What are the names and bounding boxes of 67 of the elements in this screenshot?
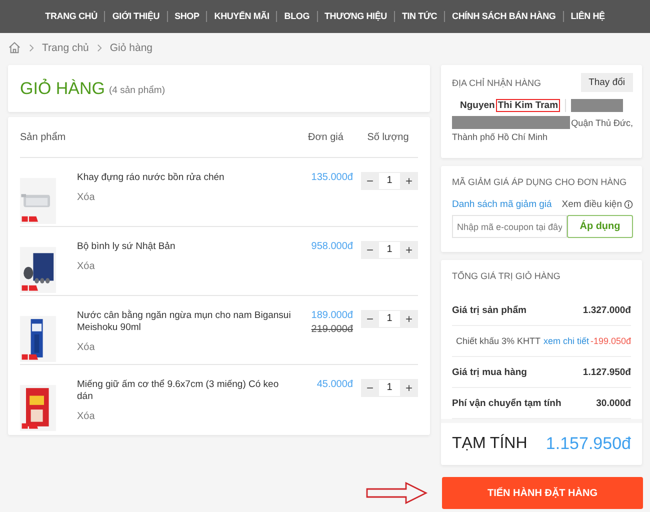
discount-label: Chiết khấu 3% KHTT (456, 336, 541, 346)
nav-link[interactable]: KHUYẾN MÃI (206, 11, 276, 22)
decrease-button[interactable]: − (361, 172, 379, 190)
nav-link[interactable]: SHOP (166, 11, 206, 22)
home-icon[interactable] (8, 41, 21, 54)
info-icon[interactable] (624, 200, 633, 209)
summary-label: Giá trị sản phẩm (452, 304, 528, 316)
product-price: 45.000đ (316, 379, 353, 390)
recipient-name: Nguyen (460, 100, 495, 111)
remove-link[interactable]: Xóa (77, 261, 291, 272)
nav-link[interactable]: CHÍNH SÁCH BÁN HÀNG (444, 11, 563, 22)
product-price: 189.000đ (311, 310, 353, 321)
summary-value: 30.000đ (596, 398, 631, 408)
highlighted-name: Thi Kim Tram (496, 99, 560, 112)
summary-value: 1.127.950đ (582, 366, 631, 378)
quantity-field[interactable]: 1 (379, 379, 400, 397)
nav-link[interactable]: TRANG CHỦ (38, 11, 104, 22)
quantity-field[interactable]: 1 (379, 172, 400, 190)
address-text: Thành phố Hồ Chí Minh (452, 132, 549, 142)
increase-button[interactable]: + (400, 310, 418, 328)
discount-value: -199.050đ (590, 336, 631, 346)
nav-link[interactable]: THƯƠNG HIỆU (316, 11, 394, 22)
nav-link[interactable]: GIỚI THIỆU (104, 11, 167, 22)
increase-button[interactable]: + (400, 172, 418, 190)
increase-button[interactable]: + (400, 241, 418, 259)
product-price: 135.000đ (311, 172, 353, 183)
product-price: 958.000đ (311, 241, 353, 252)
product-name[interactable]: Bộ bình ly sứ Nhật Bản (77, 241, 291, 253)
breadcrumb-link[interactable]: Trang chủ (42, 42, 89, 54)
nav-link[interactable]: BLOG (276, 11, 316, 22)
product-name[interactable]: Khay đựng ráo nước bồn rửa chén (77, 172, 291, 184)
product-name[interactable]: Miếng giữ ấm cơ thể 9.6x7cm (3 miếng) Có keo dán (77, 379, 291, 403)
remove-link[interactable]: Xóa (77, 342, 291, 353)
cart-title: GIỎ HÀNG (20, 78, 106, 98)
decrease-button[interactable]: − (361, 241, 379, 259)
chevron-icon (96, 44, 102, 52)
decrease-button[interactable]: − (361, 379, 379, 397)
remove-link[interactable]: Xóa (77, 192, 291, 203)
address-text: Quận Thủ Đức, (571, 118, 633, 128)
nav-link[interactable]: LIÊN HỆ (562, 11, 612, 22)
total-label: TẠM TÍNH (452, 435, 528, 453)
increase-button[interactable]: + (400, 379, 418, 397)
product-name[interactable]: Nước cân bằng ngăn ngừa mụn cho nam Bigansui Meishoku 90ml (77, 310, 291, 334)
arrow-icon (366, 481, 428, 505)
nav-link[interactable]: TIN TỨC (394, 11, 444, 22)
column-header: Đơn giá (308, 132, 344, 142)
section-title: TỔNG GIÁ TRỊ GIỎ HÀNG (452, 270, 562, 283)
quantity-field[interactable]: 1 (379, 310, 400, 328)
section-title: MÃ GIẢM GIÁ ÁP DỤNG CHO ĐƠN HÀNG (452, 177, 628, 187)
column-header: Số lượng (366, 132, 410, 142)
chevron-icon (29, 44, 34, 52)
total-value: 1.157.950đ (546, 434, 631, 454)
apply-button[interactable]: Áp dụng (567, 215, 633, 238)
summary-label: Phí vận chuyển tạm tính (452, 398, 562, 408)
conditions-link[interactable]: Xem điều kiện (562, 199, 622, 210)
change-button[interactable]: Thay đổi (580, 73, 633, 92)
redacted-block (571, 99, 624, 112)
details-link[interactable]: xem chi tiết (544, 336, 590, 346)
quantity-field[interactable]: 1 (379, 241, 400, 259)
section-title: ĐỊA CHỈ NHẬN HÀNG (452, 78, 542, 88)
decrease-button[interactable]: − (361, 310, 379, 328)
summary-label: Giá trị mua hàng (452, 366, 528, 378)
item-count: (4 sản phẩm) (109, 84, 165, 96)
original-price: 219.000đ (311, 324, 353, 335)
remove-link[interactable]: Xóa (77, 411, 291, 422)
summary-value: 1.327.000đ (582, 304, 631, 316)
column-header: Sản phẩm (20, 132, 67, 142)
